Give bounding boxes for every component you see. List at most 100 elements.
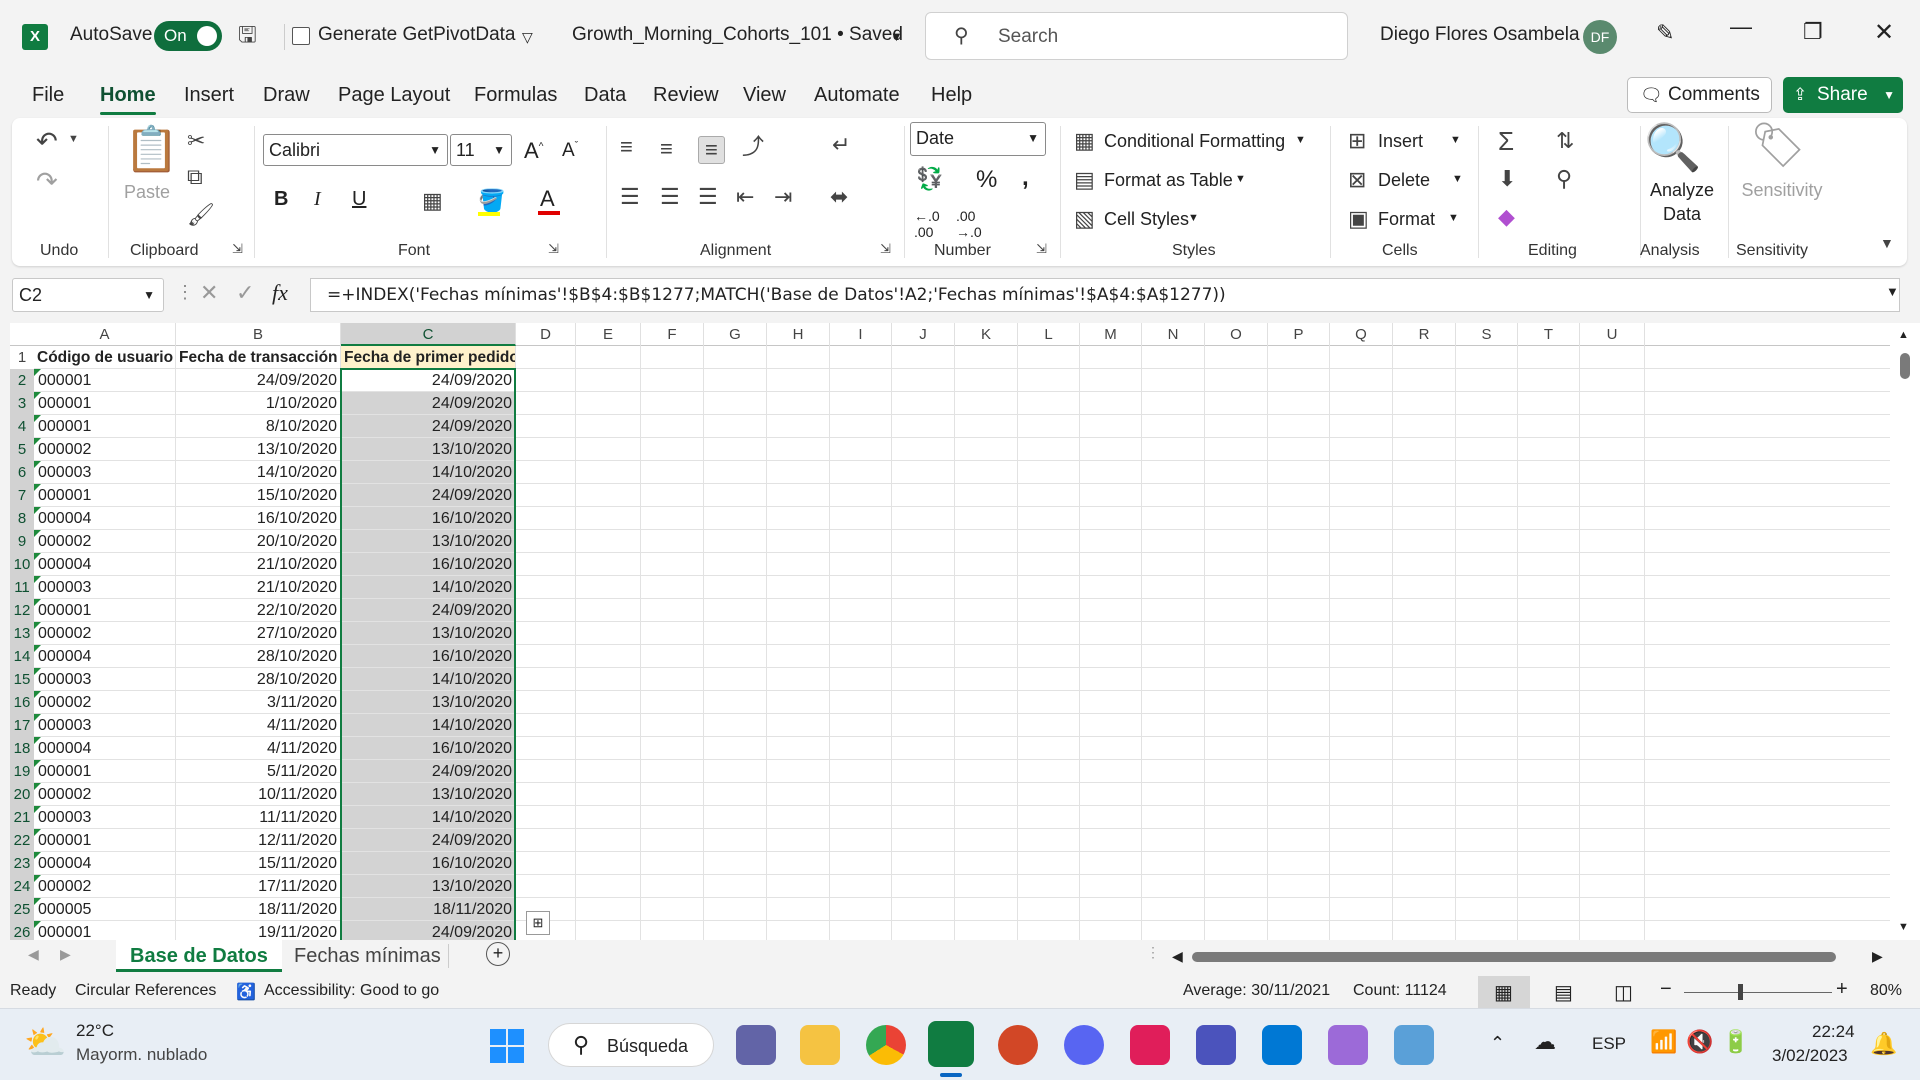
- align-top-icon[interactable]: ≡: [620, 136, 633, 158]
- confirm-entry-icon[interactable]: ✓: [236, 280, 254, 306]
- column-header-i[interactable]: I: [830, 323, 892, 346]
- table-cell[interactable]: 8/10/2020: [176, 415, 341, 438]
- windows-start-icon[interactable]: [490, 1029, 524, 1063]
- font-color-icon[interactable]: A: [540, 186, 555, 212]
- row-header[interactable]: 9: [10, 530, 34, 553]
- tab-draw[interactable]: Draw: [263, 84, 310, 107]
- tab-splitter-icon[interactable]: ⋮: [1146, 944, 1160, 961]
- column-header-j[interactable]: J: [892, 323, 955, 346]
- format-as-table-button[interactable]: Format as Table: [1104, 170, 1233, 191]
- expand-formula-icon[interactable]: ▼: [1886, 284, 1899, 299]
- table-cell[interactable]: 000001: [34, 599, 176, 622]
- italic-button[interactable]: I: [314, 188, 321, 211]
- table-cell[interactable]: 24/09/2020: [341, 760, 516, 783]
- row-header[interactable]: 15: [10, 668, 34, 691]
- scroll-left-icon[interactable]: ◀: [1172, 948, 1183, 965]
- decrease-font-icon[interactable]: Aˇ: [562, 140, 578, 162]
- column-header-p[interactable]: P: [1268, 323, 1330, 346]
- search-box[interactable]: ⚲ Search: [925, 12, 1348, 60]
- row-header[interactable]: 18: [10, 737, 34, 760]
- table-cell[interactable]: 1/10/2020: [176, 392, 341, 415]
- column-header-q[interactable]: Q: [1330, 323, 1393, 346]
- share-button[interactable]: ⇪ Share ▼: [1783, 77, 1903, 113]
- sheet-tab-base-de-datos[interactable]: Base de Datos: [116, 940, 282, 972]
- column-header-u[interactable]: U: [1580, 323, 1645, 346]
- weather-desc[interactable]: Mayorm. nublado: [76, 1045, 207, 1065]
- paste-icon[interactable]: 📋: [124, 128, 179, 172]
- align-left-icon[interactable]: ☰: [620, 186, 640, 208]
- align-middle-icon[interactable]: ≡: [660, 138, 673, 160]
- table-cell[interactable]: 000001: [34, 369, 176, 392]
- share-chevron-down-icon[interactable]: ▼: [1883, 77, 1895, 113]
- table-cell[interactable]: 13/10/2020: [341, 691, 516, 714]
- table-cell[interactable]: 21/10/2020: [176, 576, 341, 599]
- row-header[interactable]: 26: [10, 921, 34, 940]
- chevron-down-icon[interactable]: ▼: [1295, 134, 1306, 146]
- tab-automate[interactable]: Automate: [814, 84, 900, 107]
- underline-button[interactable]: U: [352, 188, 366, 211]
- table-cell[interactable]: 28/10/2020: [176, 645, 341, 668]
- row-header[interactable]: 16: [10, 691, 34, 714]
- table-cell[interactable]: 13/10/2020: [176, 438, 341, 461]
- table-cell[interactable]: 000001: [34, 829, 176, 852]
- avatar[interactable]: DF: [1583, 20, 1617, 54]
- find-select-icon[interactable]: ⚲: [1556, 168, 1572, 190]
- font-size-dropdown[interactable]: 11 ▼: [450, 134, 512, 166]
- row-header[interactable]: 22: [10, 829, 34, 852]
- table-cell[interactable]: 000003: [34, 576, 176, 599]
- column-header-n[interactable]: N: [1142, 323, 1205, 346]
- insert-function-icon[interactable]: fx: [272, 280, 288, 306]
- page-break-view-icon[interactable]: ◫: [1614, 980, 1633, 1005]
- number-format-dropdown[interactable]: Date ▼: [910, 122, 1046, 156]
- column-header-l[interactable]: L: [1018, 323, 1080, 346]
- number-launcher-icon[interactable]: ⇲: [1036, 242, 1047, 255]
- align-right-icon[interactable]: ☰: [698, 186, 718, 208]
- onedrive-icon[interactable]: ☁: [1534, 1029, 1556, 1055]
- table-cell[interactable]: 000003: [34, 806, 176, 829]
- status-circular-references[interactable]: Circular References: [75, 982, 216, 1000]
- row-header[interactable]: 12: [10, 599, 34, 622]
- table-cell[interactable]: 20/10/2020: [176, 530, 341, 553]
- table-cell[interactable]: 24/09/2020: [176, 369, 341, 392]
- tab-help[interactable]: Help: [931, 84, 972, 107]
- volume-muted-icon[interactable]: 🔇: [1686, 1029, 1713, 1055]
- table-cell[interactable]: 24/09/2020: [341, 415, 516, 438]
- row-header[interactable]: 1: [10, 346, 34, 369]
- excel-taskbar-icon[interactable]: [928, 1021, 974, 1067]
- table-cell[interactable]: 15/10/2020: [176, 484, 341, 507]
- table-cell[interactable]: 24/09/2020: [341, 599, 516, 622]
- table-cell[interactable]: 000004: [34, 645, 176, 668]
- row-header[interactable]: 8: [10, 507, 34, 530]
- table-cell[interactable]: 16/10/2020: [341, 852, 516, 875]
- name-box[interactable]: C2 ▼: [12, 278, 164, 312]
- chevron-down-icon[interactable]: ▼: [1448, 212, 1459, 224]
- minimize-icon[interactable]: —: [1730, 14, 1752, 40]
- table-cell[interactable]: 4/11/2020: [176, 737, 341, 760]
- row-header[interactable]: 20: [10, 783, 34, 806]
- column-header-s[interactable]: S: [1456, 323, 1518, 346]
- clipboard-launcher-icon[interactable]: ⇲: [232, 242, 243, 255]
- table-cell[interactable]: 24/09/2020: [341, 829, 516, 852]
- table-cell[interactable]: 14/10/2020: [176, 461, 341, 484]
- row-header[interactable]: 6: [10, 461, 34, 484]
- discord-icon[interactable]: [1064, 1025, 1104, 1065]
- row-header[interactable]: 25: [10, 898, 34, 921]
- table-cell[interactable]: 14/10/2020: [341, 806, 516, 829]
- table-cell[interactable]: 13/10/2020: [341, 783, 516, 806]
- column-header-e[interactable]: E: [576, 323, 641, 346]
- header-cell[interactable]: Código de usuario: [34, 346, 176, 369]
- vertical-scrollbar[interactable]: ▲ ▼: [1890, 323, 1920, 940]
- input-language[interactable]: ESP: [1592, 1034, 1626, 1054]
- prev-sheet-icon[interactable]: ◀: [28, 946, 39, 963]
- zoom-slider-thumb[interactable]: [1738, 984, 1743, 1000]
- table-cell[interactable]: 10/11/2020: [176, 783, 341, 806]
- font-name-dropdown[interactable]: Calibri ▼: [263, 134, 448, 166]
- teams-icon[interactable]: [1196, 1025, 1236, 1065]
- close-icon[interactable]: ✕: [1874, 18, 1894, 47]
- column-header-g[interactable]: G: [704, 323, 767, 346]
- add-sheet-icon[interactable]: +: [486, 942, 510, 966]
- pen-icon[interactable]: ✎: [1656, 20, 1674, 46]
- row-header[interactable]: 7: [10, 484, 34, 507]
- format-cells-button[interactable]: Format: [1378, 209, 1435, 230]
- zoom-slider[interactable]: [1684, 992, 1832, 993]
